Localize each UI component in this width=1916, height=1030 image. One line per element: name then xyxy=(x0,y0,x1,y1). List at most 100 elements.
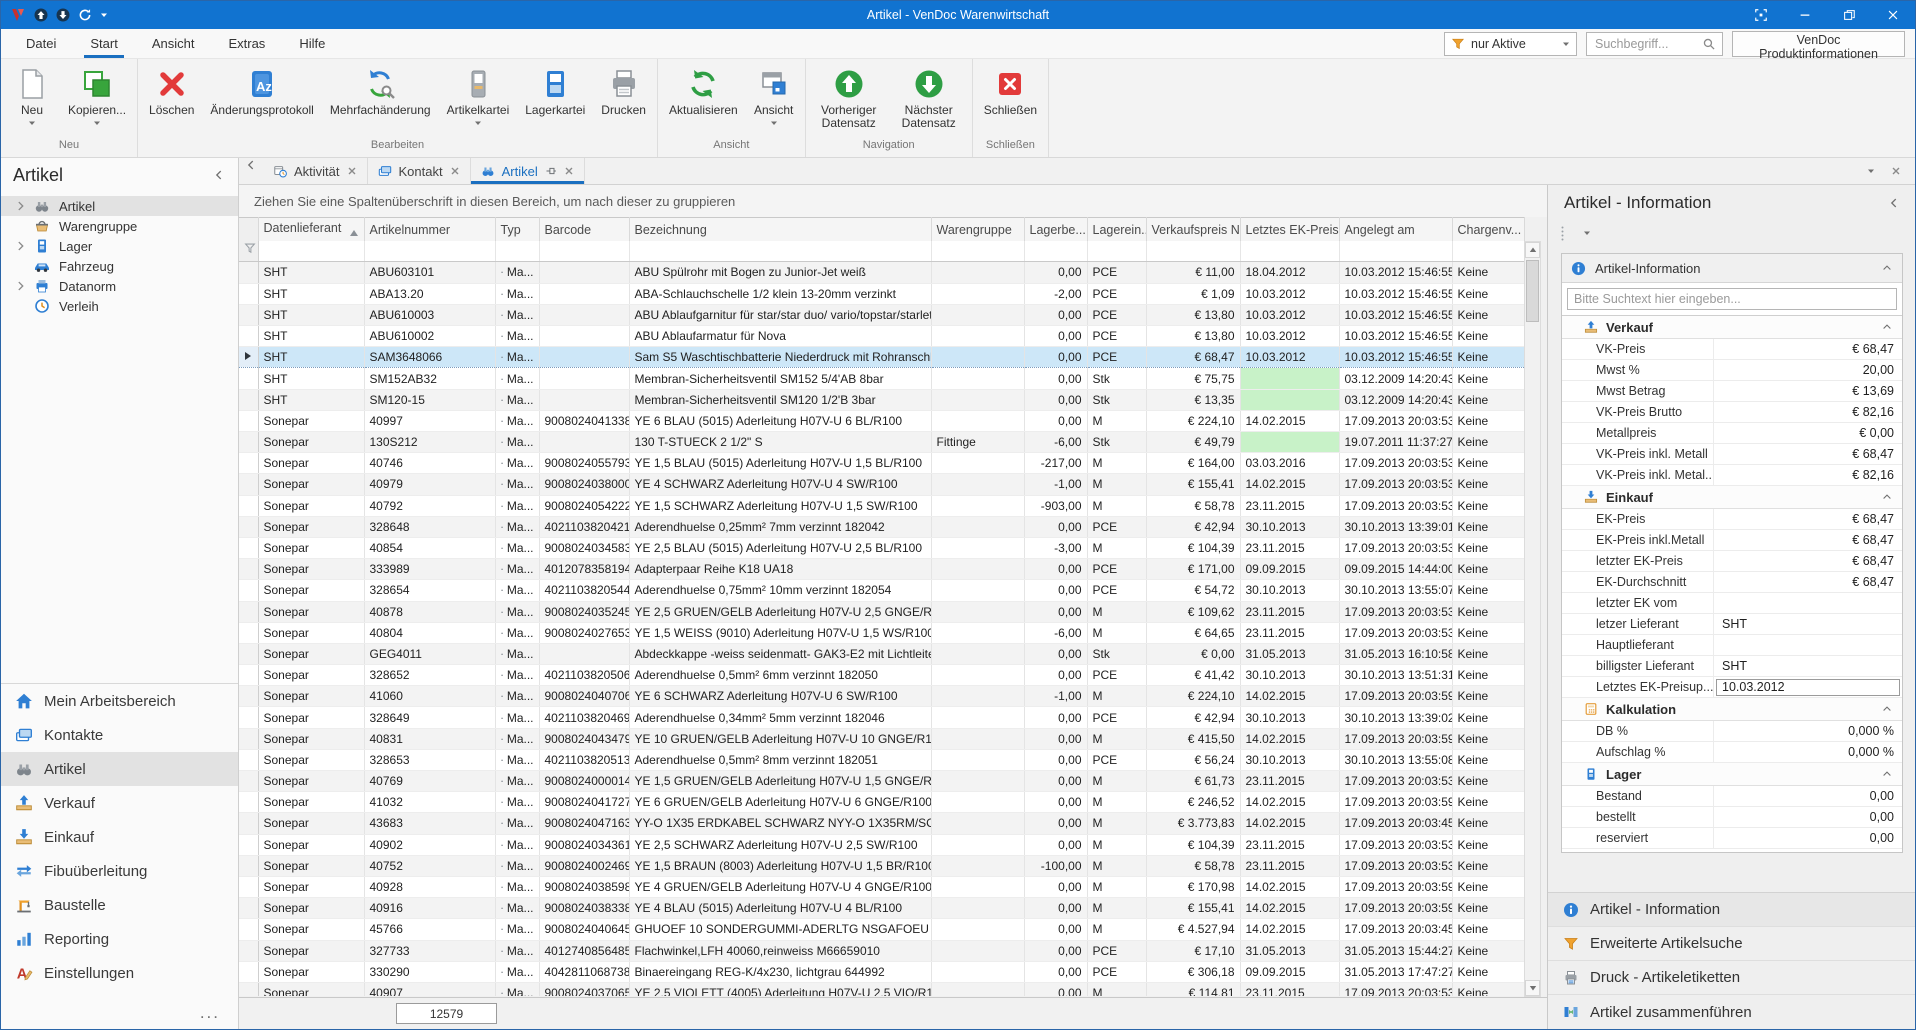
search-input[interactable] xyxy=(1593,36,1702,52)
panel-dropdown-icon[interactable] xyxy=(1583,229,1591,237)
column-header-datenlieferant[interactable]: Datenlieferant xyxy=(258,218,364,242)
article-information-group-header[interactable]: Artikel-Information xyxy=(1562,254,1902,283)
table-row[interactable]: Sonepar328649Ma...4021103820469Aderendhu… xyxy=(239,707,1524,728)
table-row[interactable]: SHTABU603101Ma...ABU Spülrohr mit Bogen … xyxy=(239,262,1524,283)
table-row[interactable]: Sonepar43683Ma...9008024047163YY-O 1X35 … xyxy=(239,813,1524,834)
filter-cell-artikelnummer[interactable] xyxy=(364,241,495,261)
quick-access-dropdown-icon[interactable] xyxy=(100,11,108,19)
active-filter-dropdown[interactable]: nur Aktive xyxy=(1444,32,1577,56)
scroll-down-button[interactable] xyxy=(1525,980,1540,996)
table-row[interactable]: SHTABU610002Ma...ABU Ablaufarmatur für N… xyxy=(239,326,1524,347)
table-row[interactable]: Sonepar40831Ma...9008024043479YE 10 GRUE… xyxy=(239,728,1524,749)
ribbon-schließen-button[interactable]: Schließen xyxy=(976,66,1045,119)
collapse-section-icon[interactable] xyxy=(1881,703,1893,715)
section-header-lager[interactable]: Lager xyxy=(1562,763,1902,786)
filter-cell-typ[interactable] xyxy=(495,241,539,261)
close-tab-icon[interactable] xyxy=(564,166,574,176)
table-row[interactable]: Sonepar328653Ma...4021103820513Aderendhu… xyxy=(239,749,1524,770)
next-record-quick-icon[interactable] xyxy=(56,8,70,22)
ribbon-mehrfachänderung-button[interactable]: Mehrfachänderung xyxy=(322,66,439,119)
filter-cell-barcode[interactable] xyxy=(539,241,629,261)
panel-action-artikel-information[interactable]: Artikel - Information xyxy=(1548,893,1915,927)
table-row[interactable]: Sonepar40979Ma...9008024038000YE 4 SCHWA… xyxy=(239,474,1524,495)
sidebar-item-einkauf[interactable]: Einkauf xyxy=(1,820,238,854)
sidebar-item-verkauf[interactable]: Verkauf xyxy=(1,786,238,820)
sidebar-item-artikel[interactable]: Artikel xyxy=(1,752,238,786)
panel-action-druck-artikeletiketten[interactable]: Druck - Artikeletiketten xyxy=(1548,961,1915,995)
section-header-kalkulation[interactable]: Kalkulation xyxy=(1562,698,1902,721)
filter-cell-datenlieferant[interactable] xyxy=(258,241,364,261)
filter-cell-verkaufspreis[interactable] xyxy=(1146,241,1240,261)
column-header-row-indicator[interactable] xyxy=(239,218,258,242)
panel-action-artikel-zusammenführen[interactable]: Artikel zusammenführen xyxy=(1548,995,1915,1029)
ribbon-änderungsprotokoll-button[interactable]: AzÄnderungsprotokoll xyxy=(202,66,321,119)
sidebar-item-fibuüberleitung[interactable]: Fibuüberleitung xyxy=(1,854,238,888)
more-options-button[interactable]: ... xyxy=(200,1003,220,1023)
table-row[interactable]: Sonepar333989Ma...4012078358194Adapterpa… xyxy=(239,559,1524,580)
filter-cell-bezeichnung[interactable] xyxy=(629,241,931,261)
table-row[interactable]: Sonepar328652Ma...4021103820506Aderendhu… xyxy=(239,665,1524,686)
column-header-chargenverwaltung[interactable]: Chargenv... xyxy=(1452,218,1524,242)
fit-window-button[interactable] xyxy=(1739,1,1783,29)
minimize-window-button[interactable] xyxy=(1783,1,1827,29)
filter-cell-chargenverwaltung[interactable] xyxy=(1452,241,1524,261)
column-header-warengruppe[interactable]: Warengruppe xyxy=(931,218,1024,242)
table-row[interactable]: SHTABU610003Ma...ABU Ablaufgarnitur für … xyxy=(239,304,1524,325)
table-row[interactable]: Sonepar40792Ma...9008024054222YE 1,5 SCH… xyxy=(239,495,1524,516)
table-row[interactable]: Sonepar40902Ma...9008024034361YE 2,5 SCH… xyxy=(239,834,1524,855)
expander-icon[interactable] xyxy=(14,279,28,293)
sidebar-item-einstellungen[interactable]: AEinstellungen xyxy=(1,956,238,990)
column-header-artikelnummer[interactable]: Artikelnummer xyxy=(364,218,495,242)
filter-cell-warengruppe[interactable] xyxy=(931,241,1024,261)
table-row[interactable]: Sonepar40752Ma...9008024002469YE 1,5 BRA… xyxy=(239,855,1524,876)
previous-record-quick-icon[interactable] xyxy=(34,8,48,22)
sidebar-item-mein-arbeitsbereich[interactable]: Mein Arbeitsbereich xyxy=(1,684,238,718)
scroll-up-button[interactable] xyxy=(1525,242,1540,258)
tab-list-dropdown-icon[interactable] xyxy=(1867,167,1875,175)
table-row[interactable]: Sonepar41032Ma...9008024041727YE 6 GRUEN… xyxy=(239,792,1524,813)
menu-item-start[interactable]: Start xyxy=(73,29,134,58)
close-tab-strip-icon[interactable] xyxy=(1891,166,1901,176)
table-row[interactable]: Sonepar40854Ma...9008024034583YE 2,5 BLA… xyxy=(239,537,1524,558)
ribbon-kopieren-button[interactable]: Kopieren... xyxy=(60,66,134,129)
tab-kontakt[interactable]: Kontakt xyxy=(368,158,471,184)
ribbon-löschen-button[interactable]: Löschen xyxy=(141,66,202,119)
panel-search-input[interactable] xyxy=(1567,288,1897,310)
collapse-sidebar-icon[interactable] xyxy=(212,168,226,182)
filter-cell-angelegt-am[interactable] xyxy=(1339,241,1452,261)
filter-cell-lagerbestand[interactable] xyxy=(1024,241,1087,261)
close-window-button[interactable] xyxy=(1871,1,1915,29)
tree-item-artikel[interactable]: Artikel xyxy=(1,196,238,216)
table-row[interactable]: Sonepar40746Ma...9008024055793YE 1,5 BLA… xyxy=(239,453,1524,474)
table-row[interactable]: Sonepar40907Ma...9008024037065YE 2,5 VIO… xyxy=(239,982,1524,996)
column-header-lagereinheit[interactable]: Lagerein... xyxy=(1087,218,1146,242)
filter-cell-letztes-ek-preisupdate[interactable] xyxy=(1240,241,1339,261)
table-row[interactable]: Sonepar328654Ma...4021103820544Aderendhu… xyxy=(239,580,1524,601)
pin-icon[interactable] xyxy=(545,165,557,177)
table-row[interactable]: Sonepar40769Ma...9008024000014YE 1,5 GRU… xyxy=(239,771,1524,792)
expander-icon[interactable] xyxy=(14,199,28,213)
ribbon-artikelkartei-button[interactable]: Artikelkartei xyxy=(439,66,518,129)
product-info-button[interactable]: VenDoc Produktinformationen xyxy=(1732,31,1905,57)
sidebar-item-reporting[interactable]: Reporting xyxy=(1,922,238,956)
collapse-section-icon[interactable] xyxy=(1881,491,1893,503)
ribbon-nächster-datensatz-button[interactable]: Nächster Datensatz xyxy=(889,66,969,132)
menu-item-datei[interactable]: Datei xyxy=(9,29,73,58)
column-header-letztes-ek-preisupdate[interactable]: Letztes EK-Preisup... xyxy=(1240,218,1339,242)
ribbon-lagerkartei-button[interactable]: Lagerkartei xyxy=(517,66,593,119)
table-row[interactable]: SHTABA13.20Ma...ABA-Schlauchschelle 1/2 … xyxy=(239,283,1524,304)
section-header-einkauf[interactable]: Einkauf xyxy=(1562,486,1902,509)
tree-item-verleih[interactable]: Verleih xyxy=(1,296,238,316)
table-row[interactable]: Sonepar40916Ma...9008024038338YE 4 BLAU … xyxy=(239,898,1524,919)
info-row-value-box[interactable]: 10.03.2012 xyxy=(1716,679,1900,696)
table-row[interactable]: Sonepar327733Ma...4012740856485Flachwink… xyxy=(239,940,1524,961)
restore-window-button[interactable] xyxy=(1827,1,1871,29)
table-row[interactable]: Sonepar40804Ma...9008024027653YE 1,5 WEI… xyxy=(239,622,1524,643)
close-tab-icon[interactable] xyxy=(450,166,460,176)
menu-item-hilfe[interactable]: Hilfe xyxy=(282,29,342,58)
scroll-tabs-left-icon[interactable] xyxy=(239,158,263,172)
table-row[interactable]: Sonepar40928Ma...9008024038598YE 4 GRUEN… xyxy=(239,876,1524,897)
table-row[interactable]: Sonepar330290Ma...4042811068738Binaerein… xyxy=(239,961,1524,982)
section-header-verkauf[interactable]: Verkauf xyxy=(1562,316,1902,339)
sidebar-item-kontakte[interactable]: Kontakte xyxy=(1,718,238,752)
